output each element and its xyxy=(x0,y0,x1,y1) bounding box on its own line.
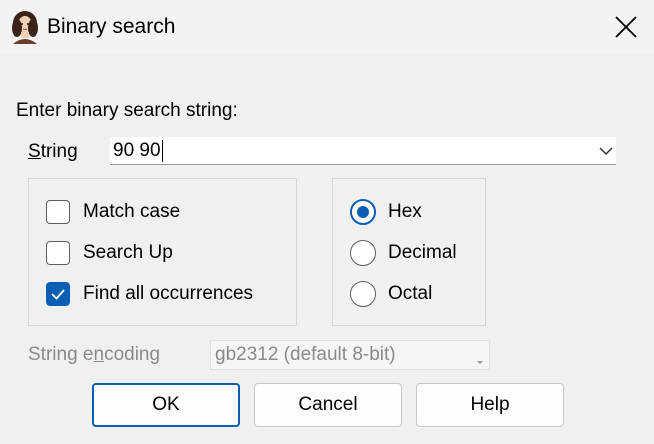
radio-circle[interactable] xyxy=(350,240,376,266)
checkbox-box[interactable] xyxy=(46,200,70,224)
dropdown-arrow-icon xyxy=(475,353,485,371)
match-case-label: Match case xyxy=(83,201,181,222)
find-all-occurrences-checkbox[interactable]: Find all occurrences xyxy=(46,280,253,308)
decimal-label: Decimal xyxy=(388,242,457,263)
string-encoding-select[interactable]: gb2312 (default 8-bit) xyxy=(210,340,490,370)
cancel-button[interactable]: Cancel xyxy=(254,383,402,427)
text-caret xyxy=(161,140,163,162)
encoding-label-prefix: String e xyxy=(28,344,94,365)
string-label-accelerator: S xyxy=(28,141,41,162)
string-encoding-value: gb2312 (default 8-bit) xyxy=(215,344,396,365)
encoding-label-accelerator: n xyxy=(93,344,105,365)
window-title: Binary search xyxy=(47,15,176,38)
search-options-group: Match case Search Up Find all occurrence… xyxy=(28,178,297,326)
octal-label: Octal xyxy=(388,283,433,304)
hex-label: Hex xyxy=(388,201,422,222)
string-encoding-label: String encoding xyxy=(28,343,160,367)
search-string-input[interactable]: 90 90 xyxy=(113,140,163,162)
title-bar: Binary search xyxy=(0,0,654,54)
octal-radio[interactable]: Octal xyxy=(350,280,432,308)
portrait-icon xyxy=(9,10,41,44)
search-up-checkbox[interactable]: Search Up xyxy=(46,239,173,267)
find-all-occurrences-label: Find all occurrences xyxy=(83,283,254,304)
search-string-combobox[interactable]: 90 90 xyxy=(110,137,616,165)
hex-radio[interactable]: Hex xyxy=(350,198,422,226)
search-string-value: 90 90 xyxy=(113,140,161,161)
close-button[interactable] xyxy=(598,0,654,54)
string-label-rest: tring xyxy=(40,141,78,162)
help-button[interactable]: Help xyxy=(416,383,564,427)
radio-circle[interactable] xyxy=(350,281,376,307)
search-up-label: Search Up xyxy=(83,242,173,263)
checkmark-icon xyxy=(51,289,65,300)
match-case-checkbox[interactable]: Match case xyxy=(46,198,180,226)
ok-button[interactable]: OK xyxy=(92,383,240,427)
search-prompt-label: Enter binary search string: xyxy=(16,100,238,121)
chevron-down-icon[interactable] xyxy=(596,141,616,161)
number-format-group: Hex Decimal Octal xyxy=(332,178,486,326)
checkbox-box[interactable] xyxy=(46,282,70,306)
checkbox-box[interactable] xyxy=(46,241,70,265)
radio-circle[interactable] xyxy=(350,199,376,225)
string-label: String xyxy=(28,140,78,164)
encoding-label-rest: coding xyxy=(104,344,161,365)
close-icon xyxy=(615,16,637,38)
decimal-radio[interactable]: Decimal xyxy=(350,239,457,267)
